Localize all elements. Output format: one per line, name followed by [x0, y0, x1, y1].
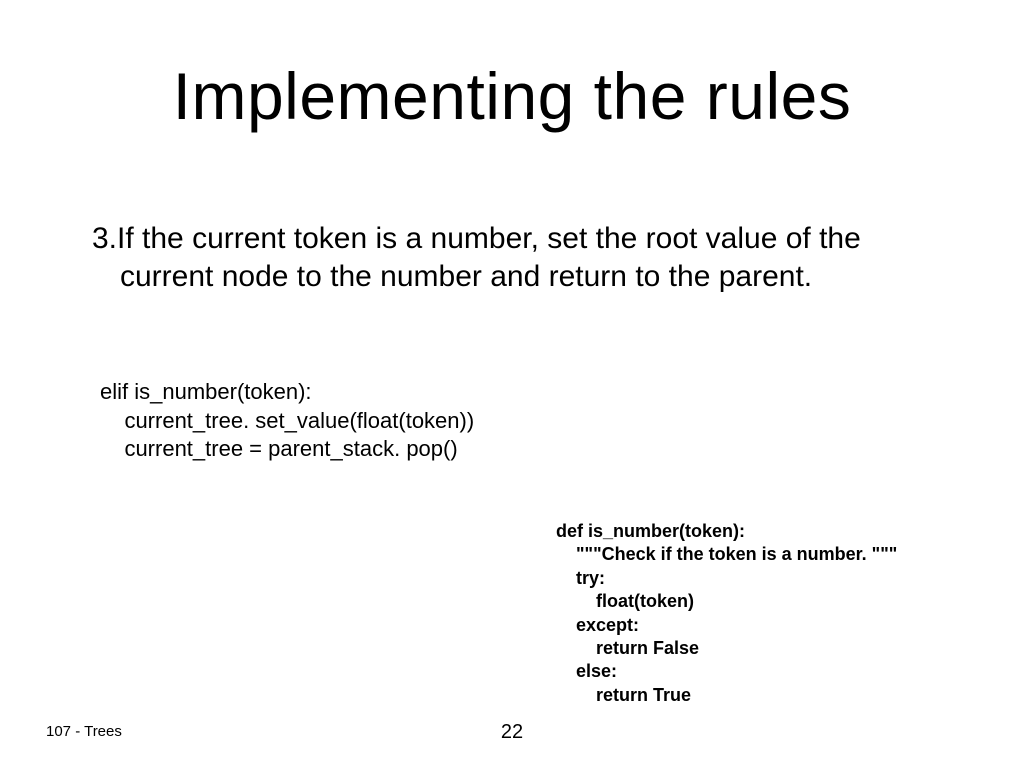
rule-number: 3.: [92, 222, 117, 255]
rule-body: If the current token is a number, set th…: [117, 222, 861, 293]
rule-text: 3.If the current token is a number, set …: [92, 220, 934, 297]
slide: Implementing the rules 3.If the current …: [0, 0, 1024, 768]
page-number: 22: [0, 721, 1024, 744]
slide-title: Implementing the rules: [0, 58, 1024, 134]
code-block-elif: elif is_number(token): current_tree. set…: [100, 378, 474, 464]
code-block-isnumber: def is_number(token): """Check if the to…: [556, 520, 897, 707]
